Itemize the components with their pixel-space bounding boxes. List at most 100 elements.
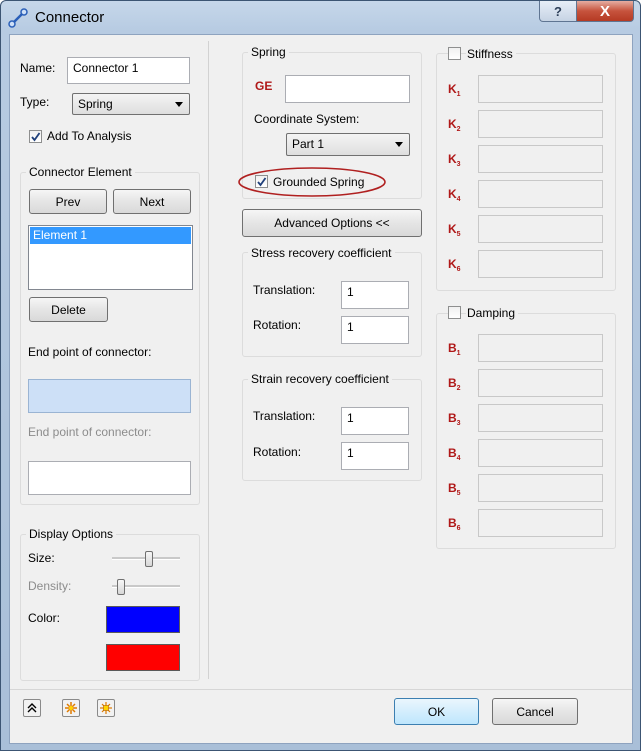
chevron-down-icon bbox=[395, 142, 403, 147]
delete-button[interactable]: Delete bbox=[29, 297, 108, 322]
stiffness-k-letter: K bbox=[448, 222, 457, 236]
stiffness-k-letter: K bbox=[448, 117, 457, 131]
stiffness-checkbox[interactable] bbox=[448, 47, 461, 60]
name-input[interactable]: Connector 1 bbox=[67, 57, 190, 84]
element-list[interactable]: Element 1 bbox=[28, 225, 193, 290]
double-chevron-up-icon bbox=[27, 703, 37, 713]
dialog-body: Name: Connector 1 Type: Spring Add To An… bbox=[9, 34, 633, 744]
damping-b-input-6[interactable] bbox=[478, 509, 603, 537]
damping-b-input-2[interactable] bbox=[478, 369, 603, 397]
ge-input[interactable] bbox=[285, 75, 410, 103]
help-icon: ? bbox=[554, 3, 562, 19]
stress-rotation-input[interactable]: 1 bbox=[341, 316, 409, 344]
stiffness-k-input-2[interactable] bbox=[478, 110, 603, 138]
strain-rotation-value: 1 bbox=[347, 446, 354, 460]
stiffness-k-input-4[interactable] bbox=[478, 180, 603, 208]
stress-rotation-label: Rotation: bbox=[253, 318, 302, 332]
help-button[interactable]: ? bbox=[539, 1, 577, 22]
advanced-options-button[interactable]: Advanced Options << bbox=[242, 209, 422, 237]
connector-dialog: Connector ? X Name: Connector 1 Type: Sp… bbox=[0, 0, 641, 751]
color-swatch-secondary[interactable] bbox=[106, 644, 180, 671]
stiffness-k-letter: K bbox=[448, 257, 457, 271]
damping-title: Damping bbox=[466, 306, 519, 320]
stress-recovery-title: Stress recovery coefficient bbox=[248, 246, 395, 260]
close-button[interactable]: X bbox=[576, 1, 634, 22]
density-slider-thumb[interactable] bbox=[117, 579, 125, 595]
damping-checkbox[interactable] bbox=[448, 306, 461, 319]
strain-rotation-label: Rotation: bbox=[253, 445, 302, 459]
type-select[interactable]: Spring bbox=[72, 93, 190, 115]
stiffness-k-input-6[interactable] bbox=[478, 250, 603, 278]
type-label: Type: bbox=[20, 95, 50, 109]
damping-b-input-1[interactable] bbox=[478, 334, 603, 362]
density-label: Density: bbox=[28, 579, 72, 593]
stiffness-k-input-3[interactable] bbox=[478, 145, 603, 173]
damping-b-input-3[interactable] bbox=[478, 404, 603, 432]
name-value: Connector 1 bbox=[73, 61, 139, 75]
checkmark-icon bbox=[31, 132, 41, 142]
coordinate-system-value: Part 1 bbox=[292, 137, 325, 151]
damping-b-input-4[interactable] bbox=[478, 439, 603, 467]
stiffness-k-label-5: K5 bbox=[448, 222, 461, 238]
damping-b-subscript: 5 bbox=[456, 490, 461, 497]
stiffness-k-label-6: K6 bbox=[448, 257, 461, 273]
next-label: Next bbox=[139, 194, 165, 209]
collapse-button[interactable] bbox=[23, 699, 41, 717]
end-point-2-label: End point of connector: bbox=[28, 425, 152, 439]
stiffness-k-subscript: 3 bbox=[456, 161, 461, 168]
connector-element-group bbox=[20, 172, 200, 505]
ok-button[interactable]: OK bbox=[394, 698, 479, 725]
end-point-2-input[interactable] bbox=[28, 461, 191, 495]
size-label: Size: bbox=[28, 551, 55, 565]
damping-b-label-1: B1 bbox=[448, 341, 461, 357]
grounded-spring-checkbox[interactable] bbox=[255, 175, 268, 188]
close-icon: X bbox=[599, 2, 610, 20]
stiffness-k-input-5[interactable] bbox=[478, 215, 603, 243]
add-to-analysis-checkbox[interactable] bbox=[29, 130, 42, 143]
damping-b-letter: B bbox=[448, 516, 457, 530]
stiffness-k-input-1[interactable] bbox=[478, 75, 603, 103]
stiffness-k-letter: K bbox=[448, 82, 457, 96]
color-swatch-primary[interactable] bbox=[106, 606, 180, 633]
stress-rotation-value: 1 bbox=[347, 320, 354, 334]
damping-b-subscript: 6 bbox=[456, 525, 461, 532]
strain-rotation-input[interactable]: 1 bbox=[341, 442, 409, 470]
stress-translation-label: Translation: bbox=[253, 283, 316, 297]
damping-b-letter: B bbox=[448, 341, 457, 355]
strain-translation-input[interactable]: 1 bbox=[341, 407, 409, 435]
stiffness-k-subscript: 5 bbox=[456, 231, 461, 238]
footer-divider bbox=[10, 689, 632, 690]
sparkle-grid-button[interactable] bbox=[97, 699, 115, 717]
size-slider-thumb[interactable] bbox=[145, 551, 153, 567]
color-label: Color: bbox=[28, 611, 61, 625]
density-slider[interactable] bbox=[112, 578, 180, 596]
cancel-label: Cancel bbox=[516, 704, 554, 719]
title-bar[interactable]: Connector ? X bbox=[1, 1, 640, 35]
stiffness-k-label-2: K2 bbox=[448, 117, 461, 133]
strain-translation-label: Translation: bbox=[253, 409, 316, 423]
list-item[interactable]: Element 1 bbox=[30, 227, 191, 244]
column-divider bbox=[208, 41, 209, 679]
stiffness-k-subscript: 2 bbox=[456, 126, 461, 133]
damping-b-letter: B bbox=[448, 481, 457, 495]
stress-translation-input[interactable]: 1 bbox=[341, 281, 409, 309]
stiffness-k-subscript: 1 bbox=[456, 91, 461, 98]
damping-b-label-2: B2 bbox=[448, 376, 461, 392]
damping-b-input-5[interactable] bbox=[478, 474, 603, 502]
prev-button[interactable]: Prev bbox=[29, 189, 107, 214]
end-point-1-input[interactable] bbox=[28, 379, 191, 413]
prev-label: Prev bbox=[55, 194, 81, 209]
damping-b-subscript: 1 bbox=[456, 350, 461, 357]
name-label: Name: bbox=[20, 61, 56, 75]
damping-b-label-3: B3 bbox=[448, 411, 461, 427]
next-button[interactable]: Next bbox=[113, 189, 191, 214]
sparkle-button[interactable] bbox=[62, 699, 80, 717]
delete-label: Delete bbox=[51, 302, 86, 317]
end-point-1-label: End point of connector: bbox=[28, 345, 152, 359]
stiffness-k-subscript: 4 bbox=[456, 196, 461, 203]
size-slider[interactable] bbox=[112, 550, 180, 568]
damping-b-label-6: B6 bbox=[448, 516, 461, 532]
spring-title: Spring bbox=[248, 45, 289, 59]
coordinate-system-select[interactable]: Part 1 bbox=[286, 133, 410, 156]
cancel-button[interactable]: Cancel bbox=[492, 698, 578, 725]
